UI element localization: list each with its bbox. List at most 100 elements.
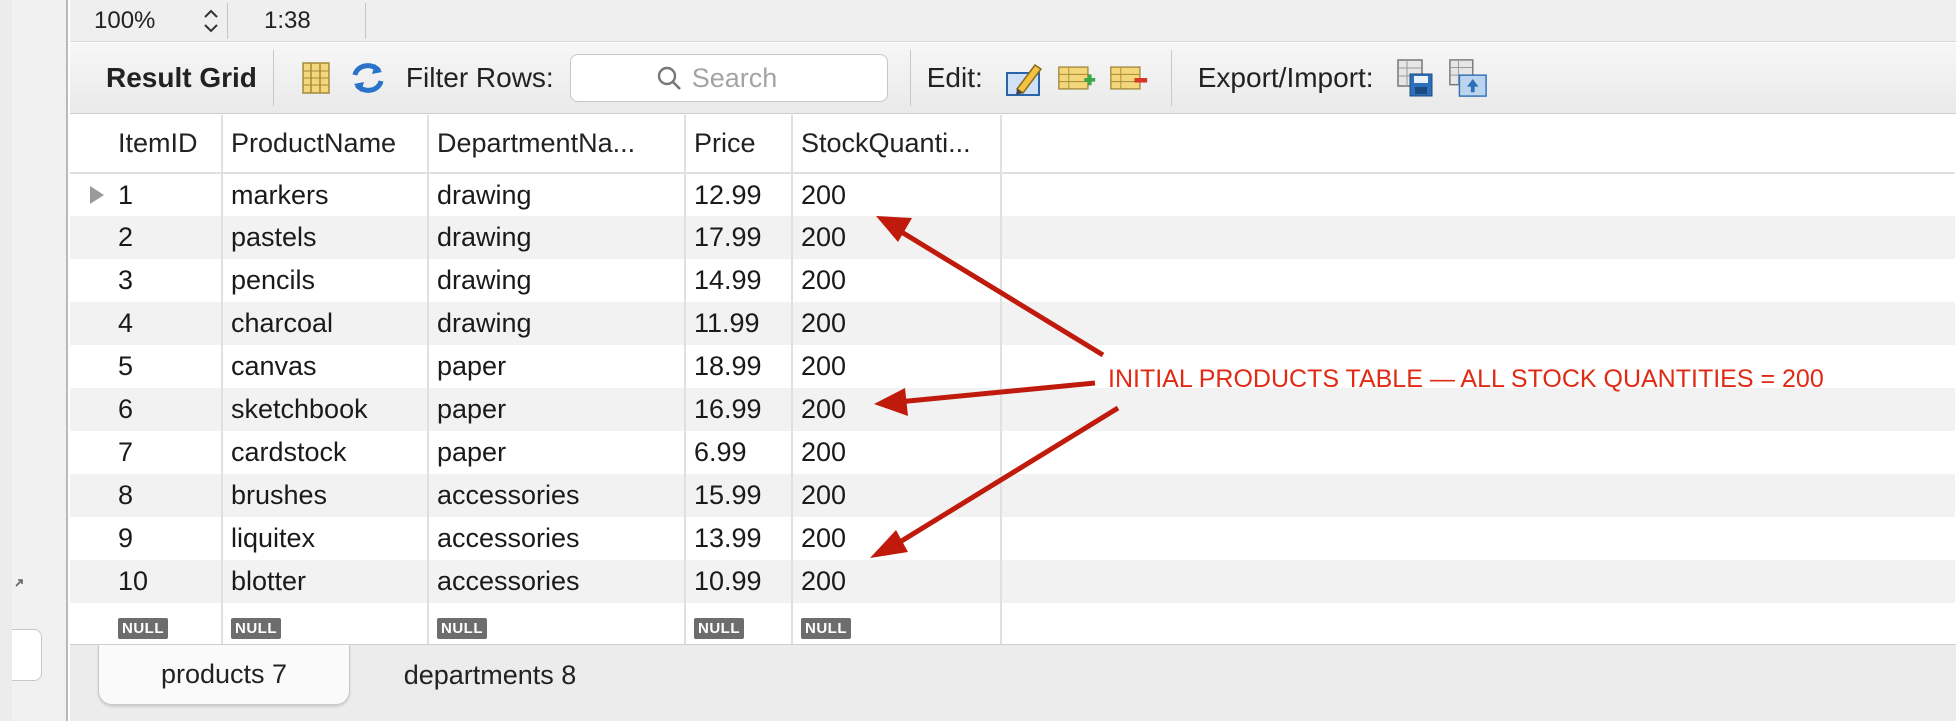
table-row[interactable]: 6 sketchbook paper 16.99 200 bbox=[70, 388, 1955, 431]
table-row[interactable]: 1 markers drawing 12.99 200 bbox=[70, 173, 1955, 216]
cell-price-null[interactable]: NULL bbox=[685, 603, 793, 646]
null-badge: NULL bbox=[801, 618, 851, 639]
cell-empty bbox=[1001, 388, 1955, 431]
search-icon bbox=[657, 66, 681, 90]
cell-stockquantity[interactable]: 200 bbox=[792, 560, 1002, 603]
cell-stockquantity[interactable]: 200 bbox=[792, 173, 1002, 216]
cell-stockquantity[interactable]: 200 bbox=[792, 216, 1002, 259]
edit-cell-icon[interactable] bbox=[1005, 58, 1045, 98]
column-header-stockquantity[interactable]: StockQuanti... bbox=[792, 115, 1002, 174]
row-indicator bbox=[70, 560, 110, 603]
cell-price[interactable]: 14.99 bbox=[685, 259, 793, 302]
cell-itemid[interactable]: 3 bbox=[110, 259, 223, 302]
filter-search-box[interactable] bbox=[569, 54, 888, 102]
table-row[interactable]: 7 cardstock paper 6.99 200 bbox=[70, 431, 1955, 474]
cell-itemid[interactable]: 9 bbox=[110, 517, 223, 560]
cell-productname[interactable]: sketchbook bbox=[222, 388, 429, 431]
cell-empty bbox=[1001, 216, 1955, 259]
toolbar-divider bbox=[909, 50, 911, 106]
table-row[interactable]: 4 charcoal drawing 11.99 200 bbox=[70, 302, 1955, 345]
cell-itemid[interactable]: 5 bbox=[110, 345, 223, 388]
cell-price[interactable]: 15.99 bbox=[685, 474, 793, 517]
cell-stockquantity[interactable]: 200 bbox=[792, 388, 1002, 431]
column-header-price[interactable]: Price bbox=[685, 115, 793, 174]
table-row[interactable]: 10 blotter accessories 10.99 200 bbox=[70, 560, 1955, 603]
cell-price[interactable]: 10.99 bbox=[685, 560, 793, 603]
cell-price[interactable]: 11.99 bbox=[685, 302, 793, 345]
null-badge: NULL bbox=[118, 618, 168, 639]
current-row-arrow-icon bbox=[90, 185, 104, 204]
tab-products[interactable]: products 7 bbox=[98, 645, 350, 705]
cell-price[interactable]: 18.99 bbox=[685, 345, 793, 388]
export-save-icon[interactable] bbox=[1396, 58, 1436, 98]
column-header-productname[interactable]: ProductName bbox=[222, 115, 429, 174]
cell-empty bbox=[1001, 517, 1955, 560]
cell-departmentname[interactable]: drawing bbox=[428, 173, 686, 216]
cell-itemid[interactable]: 2 bbox=[110, 216, 223, 259]
cell-departmentname[interactable]: paper bbox=[428, 388, 686, 431]
cell-itemid[interactable]: 7 bbox=[110, 431, 223, 474]
left-edge-strip bbox=[0, 0, 12, 721]
cell-productname[interactable]: canvas bbox=[222, 345, 429, 388]
zoom-stepper[interactable] bbox=[194, 2, 228, 39]
cell-price[interactable]: 16.99 bbox=[685, 388, 793, 431]
cell-departmentname[interactable]: paper bbox=[428, 431, 686, 474]
cell-price[interactable]: 6.99 bbox=[685, 431, 793, 474]
cell-price[interactable]: 17.99 bbox=[685, 216, 793, 259]
column-layout-icon[interactable] bbox=[296, 58, 336, 98]
cell-itemid[interactable]: 4 bbox=[110, 302, 223, 345]
table-row[interactable]: 2 pastels drawing 17.99 200 bbox=[70, 216, 1955, 259]
row-indicator bbox=[70, 388, 110, 431]
refresh-icon[interactable] bbox=[348, 58, 388, 98]
annotation-callout: INITIAL PRODUCTS TABLE — ALL STOCK QUANT… bbox=[1108, 365, 1824, 393]
cell-stockquantity[interactable]: 200 bbox=[792, 517, 1002, 560]
cell-productname[interactable]: cardstock bbox=[222, 431, 429, 474]
cell-departmentname[interactable]: drawing bbox=[428, 259, 686, 302]
cell-productname[interactable]: markers bbox=[222, 173, 429, 216]
cell-itemid[interactable]: 8 bbox=[110, 474, 223, 517]
table-row[interactable]: 8 brushes accessories 15.99 200 bbox=[70, 474, 1955, 517]
row-indicator bbox=[70, 603, 110, 646]
cell-stockquantity[interactable]: 200 bbox=[792, 474, 1002, 517]
column-header-itemid[interactable]: ItemID bbox=[110, 115, 223, 174]
cell-stockquantity[interactable]: 200 bbox=[792, 345, 1002, 388]
new-row[interactable]: NULL NULL NULL NULL NULL bbox=[70, 603, 1955, 646]
zoom-level[interactable]: 100% bbox=[94, 7, 194, 35]
cell-price[interactable]: 12.99 bbox=[685, 173, 793, 216]
import-icon[interactable] bbox=[1448, 58, 1488, 98]
cell-departmentname[interactable]: drawing bbox=[428, 302, 686, 345]
table-row[interactable]: 3 pencils drawing 14.99 200 bbox=[70, 259, 1955, 302]
cell-departmentname[interactable]: accessories bbox=[428, 517, 686, 560]
cell-productname[interactable]: liquitex bbox=[222, 517, 429, 560]
cell-departmentname[interactable]: drawing bbox=[428, 216, 686, 259]
add-row-icon[interactable] bbox=[1057, 58, 1097, 98]
cell-stockquantity-null[interactable]: NULL bbox=[792, 603, 1002, 646]
cell-productname[interactable]: brushes bbox=[222, 474, 429, 517]
column-header-departmentname[interactable]: DepartmentNa... bbox=[428, 115, 686, 174]
cell-stockquantity[interactable]: 200 bbox=[792, 302, 1002, 345]
cell-price[interactable]: 13.99 bbox=[685, 517, 793, 560]
table-row[interactable]: 9 liquitex accessories 13.99 200 bbox=[70, 517, 1955, 560]
cell-stockquantity[interactable]: 200 bbox=[792, 259, 1002, 302]
cell-departmentname[interactable]: accessories bbox=[428, 560, 686, 603]
cell-departmentname[interactable]: paper bbox=[428, 345, 686, 388]
cell-productname-null[interactable]: NULL bbox=[222, 603, 429, 646]
side-input-field[interactable] bbox=[12, 629, 42, 681]
expand-icon[interactable] bbox=[12, 576, 26, 590]
result-grid-title: Result Grid bbox=[106, 62, 257, 93]
filter-search-input[interactable] bbox=[691, 62, 802, 94]
cell-departmentname-null[interactable]: NULL bbox=[428, 603, 686, 646]
cell-productname[interactable]: blotter bbox=[222, 560, 429, 603]
cell-departmentname[interactable]: accessories bbox=[428, 474, 686, 517]
cell-productname[interactable]: pencils bbox=[222, 259, 429, 302]
cell-itemid-null[interactable]: NULL bbox=[110, 603, 223, 646]
cell-productname[interactable]: charcoal bbox=[222, 302, 429, 345]
tab-departments[interactable]: departments 8 bbox=[370, 645, 610, 705]
cell-stockquantity[interactable]: 200 bbox=[792, 431, 1002, 474]
cell-itemid[interactable]: 6 bbox=[110, 388, 223, 431]
delete-row-icon[interactable] bbox=[1109, 58, 1149, 98]
cell-itemid[interactable]: 10 bbox=[110, 560, 223, 603]
cell-productname[interactable]: pastels bbox=[222, 216, 429, 259]
row-indicator bbox=[70, 474, 110, 517]
cell-itemid[interactable]: 1 bbox=[110, 173, 223, 216]
